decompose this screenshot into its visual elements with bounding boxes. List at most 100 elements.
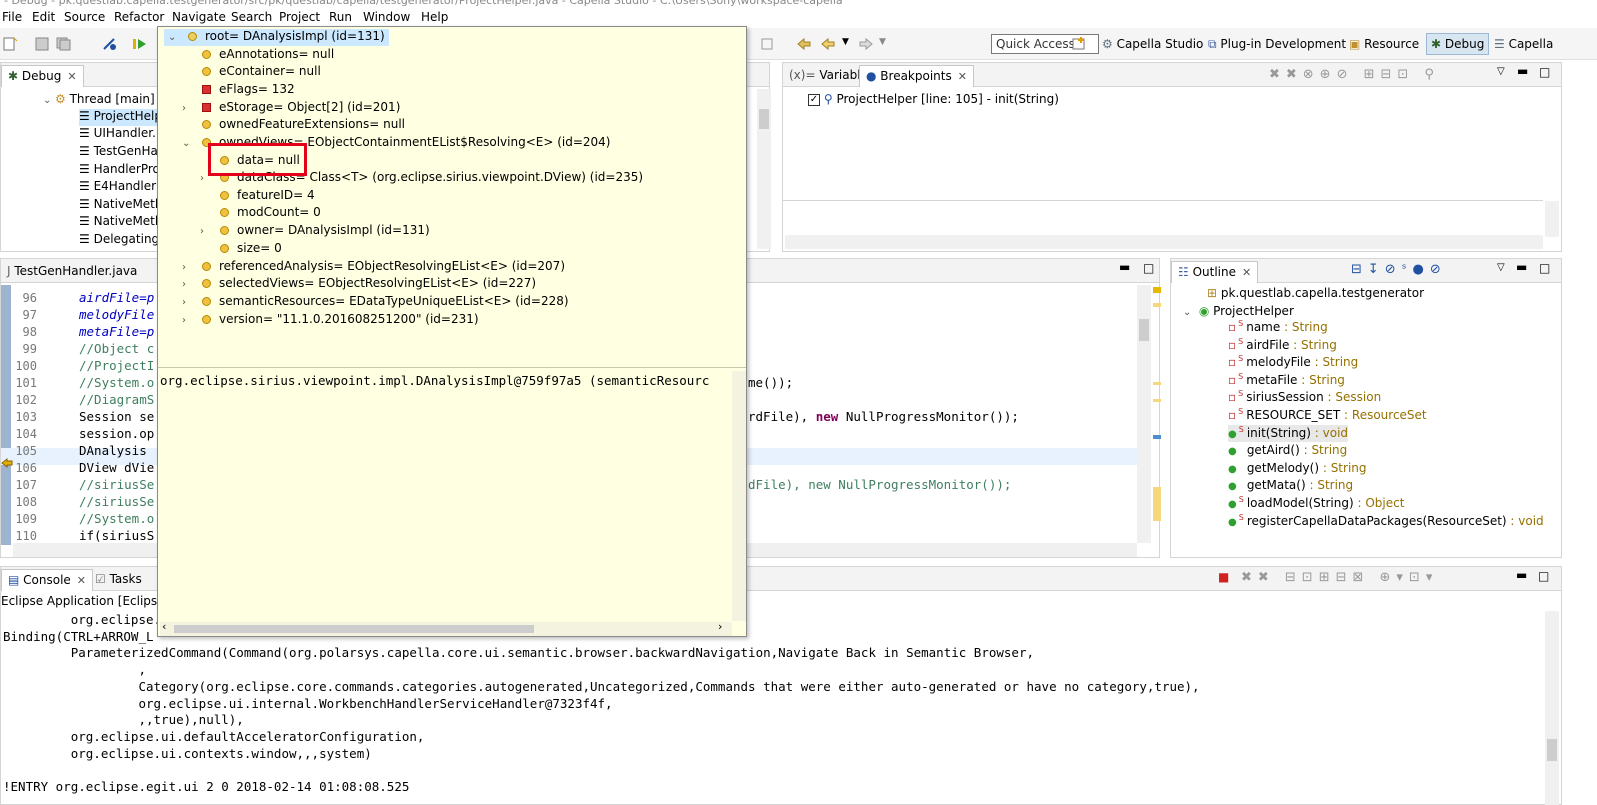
variable-node[interactable]: › referencedAnalysis= EObjectResolvingELi… bbox=[182, 259, 565, 276]
outline-member[interactable]: ● SregisterCapellaDataPackages(ResourceSe… bbox=[1228, 513, 1544, 530]
perspective-capella[interactable]: ☰ Capella bbox=[1494, 37, 1553, 51]
stack-frame[interactable]: ☰ TestGenHan bbox=[79, 144, 166, 161]
close-icon[interactable]: ✕ bbox=[1242, 266, 1251, 279]
minimize-icon[interactable]: ▬ bbox=[1119, 260, 1130, 274]
thread-node[interactable]: ⌄ ⚙ Thread [main] bbox=[43, 92, 155, 109]
outline-member[interactable]: ● SloadModel(String) : Object bbox=[1228, 495, 1404, 512]
code-line[interactable]: metaFile=p bbox=[79, 324, 154, 341]
detail-text[interactable]: org.eclipse.sirius.viewpoint.impl.DAnaly… bbox=[160, 373, 732, 388]
variable-node[interactable]: › owner= DAnalysisImpl (id=131) bbox=[200, 223, 430, 240]
expand-arrow-icon[interactable]: › bbox=[182, 103, 194, 114]
view-menu-icon[interactable]: ▽ bbox=[1497, 262, 1505, 273]
console-toolbar-icons[interactable]: ✖✖ ⊟⊡⊞⊟⊠ ⊕▾⊡▾ bbox=[1241, 570, 1438, 585]
maximize-icon[interactable]: □ bbox=[1539, 261, 1550, 275]
outline-member[interactable]: ●SgetMata() : String bbox=[1228, 477, 1353, 494]
variable-node[interactable]: › eStorage= Object[2] (id=201) bbox=[182, 100, 400, 117]
perspective-debug[interactable]: ✱ Debug bbox=[1426, 33, 1490, 55]
minimize-icon[interactable]: ▬ bbox=[1517, 64, 1528, 78]
console-vscroll[interactable] bbox=[1545, 611, 1559, 805]
code-line[interactable]: //System.o bbox=[79, 511, 154, 528]
tab-console[interactable]: ▤ Console ✕ bbox=[1, 569, 94, 591]
variable-node[interactable]: eFlags= 132 bbox=[202, 82, 295, 99]
maximize-icon[interactable]: □ bbox=[1539, 65, 1550, 79]
perspective-capella-studio[interactable]: ⚙ Capella Studio bbox=[1102, 37, 1203, 51]
menu-refactor[interactable]: Refactor bbox=[114, 10, 164, 24]
variable-node[interactable]: modCount= 0 bbox=[220, 205, 321, 222]
variable-node[interactable]: ownedFeatureExtensions= null bbox=[202, 117, 405, 134]
terminate-icon[interactable]: ■ bbox=[1218, 570, 1229, 584]
code-line[interactable]: //System.o bbox=[79, 375, 154, 392]
open-perspective-icon[interactable] bbox=[1072, 37, 1088, 51]
variable-node[interactable]: ⌄ root= DAnalysisImpl (id=131) bbox=[164, 29, 389, 46]
outline-member[interactable]: ● Sinit(String) : void bbox=[1228, 424, 1349, 442]
code-line[interactable]: //siriusSe bbox=[79, 494, 154, 511]
menu-navigate[interactable]: Navigate bbox=[172, 10, 226, 24]
expand-arrow-icon[interactable]: › bbox=[200, 226, 212, 237]
expand-arrow-icon[interactable]: › bbox=[182, 279, 194, 290]
forward-dropdown-icon[interactable]: ▼ bbox=[879, 37, 886, 47]
variable-node[interactable]: eAnnotations= null bbox=[202, 47, 334, 64]
outline-member[interactable]: ▫ SsiriusSession : Session bbox=[1228, 389, 1381, 406]
checkbox-icon[interactable]: ✓ bbox=[808, 93, 820, 106]
close-icon[interactable]: ✕ bbox=[67, 70, 76, 83]
variable-node[interactable]: › selectedViews= EObjectResolvingEList<E>… bbox=[182, 276, 536, 293]
outline-member[interactable]: ▫ S RESOURCE_SET : ResourceSet bbox=[1228, 407, 1427, 424]
code-line[interactable]: //ProjectI bbox=[79, 358, 154, 375]
menu-window[interactable]: Window bbox=[363, 10, 410, 24]
tab-testgenhandler[interactable]: J TestGenHandler.java bbox=[1, 261, 143, 283]
variable-node[interactable]: size= 0 bbox=[220, 241, 282, 258]
outline-member[interactable]: ●SgetMelody() : String bbox=[1228, 460, 1367, 477]
maximize-icon[interactable]: □ bbox=[1538, 569, 1549, 583]
save-all-icon[interactable] bbox=[56, 37, 72, 51]
breakpoints-vscroll[interactable] bbox=[1545, 201, 1559, 237]
debug-scrollbar[interactable] bbox=[757, 89, 771, 249]
stack-frame[interactable]: ☰ UIHandler.i bbox=[79, 126, 159, 143]
scroll-right-icon[interactable]: › bbox=[718, 620, 722, 633]
code-line[interactable]: melodyFile bbox=[79, 307, 154, 324]
menu-project[interactable]: Project bbox=[279, 10, 320, 24]
expand-arrow-icon[interactable]: › bbox=[182, 262, 194, 273]
variable-node[interactable]: featureID= 4 bbox=[220, 188, 315, 205]
stack-frame[interactable]: ☰ NativeMeth bbox=[79, 214, 163, 231]
menu-file[interactable]: File bbox=[2, 10, 22, 24]
editor-vscroll[interactable] bbox=[1137, 285, 1151, 543]
scroll-left-icon[interactable]: ‹ bbox=[162, 620, 166, 633]
code-line[interactable]: Session se bbox=[79, 409, 154, 426]
close-icon[interactable]: ✕ bbox=[958, 70, 967, 83]
popup-vscroll[interactable] bbox=[732, 371, 746, 621]
skip-breakpoints-icon[interactable] bbox=[102, 37, 118, 51]
breakpoint-toolbar-icons[interactable]: ✖✖⊗⊕⊘ ⊞⊟⊡ ⚲ bbox=[1269, 67, 1440, 82]
stack-frame[interactable]: ☰ E4HandlerP bbox=[79, 179, 163, 196]
outline-member[interactable]: ▫ Sname : String bbox=[1228, 319, 1328, 336]
code-line[interactable]: //Object c bbox=[79, 341, 154, 358]
next-annotation-icon[interactable] bbox=[760, 37, 776, 51]
code-line[interactable]: //siriusSe bbox=[79, 477, 154, 494]
maximize-icon[interactable]: □ bbox=[1143, 261, 1154, 275]
outline-member[interactable]: ▫ SmelodyFile : String bbox=[1228, 354, 1358, 371]
outline-member[interactable]: ▫ SmetaFile : String bbox=[1228, 372, 1345, 389]
tab-outline[interactable]: ☷ Outline ✕ bbox=[1171, 261, 1259, 283]
collapse-arrow-icon[interactable]: ⌄ bbox=[182, 138, 194, 149]
view-menu-icon[interactable]: ▽ bbox=[1497, 66, 1505, 77]
code-line[interactable]: DView dVie bbox=[79, 460, 154, 477]
perspective-resource[interactable]: ▣ Resource bbox=[1349, 37, 1419, 51]
back-dropdown-icon[interactable]: ▼ bbox=[842, 37, 849, 47]
code-line[interactable]: airdFile=p bbox=[79, 290, 154, 307]
tab-breakpoints[interactable]: ● Breakpoints ✕ bbox=[859, 65, 974, 87]
code-line[interactable]: DAnalysis bbox=[79, 443, 154, 460]
perspective-plugin-development[interactable]: ⧉ Plug-in Development bbox=[1208, 37, 1346, 52]
minimize-icon[interactable]: ▬ bbox=[1516, 568, 1527, 582]
outline-member[interactable]: ●SgetAird() : String bbox=[1228, 442, 1347, 459]
stack-frame[interactable]: ☰ HandlerPro bbox=[79, 162, 160, 179]
menu-help[interactable]: Help bbox=[421, 10, 448, 24]
last-edit-icon[interactable] bbox=[796, 37, 812, 51]
variable-inspector-popup[interactable]: ⌄ root= DAnalysisImpl (id=131) eAnnotation… bbox=[157, 26, 747, 637]
popup-hscroll[interactable]: ‹ › bbox=[160, 620, 732, 636]
new-icon[interactable] bbox=[2, 37, 18, 51]
stack-frame[interactable]: ☰ NativeMeth bbox=[79, 197, 163, 214]
collapse-arrow-icon[interactable]: ⌄ bbox=[168, 32, 180, 43]
minimize-icon[interactable]: ▬ bbox=[1516, 260, 1527, 274]
variable-node[interactable]: › semanticResources= EDataTypeUniqueEList… bbox=[182, 294, 569, 311]
back-icon[interactable] bbox=[820, 37, 836, 51]
menu-edit[interactable]: Edit bbox=[32, 10, 55, 24]
